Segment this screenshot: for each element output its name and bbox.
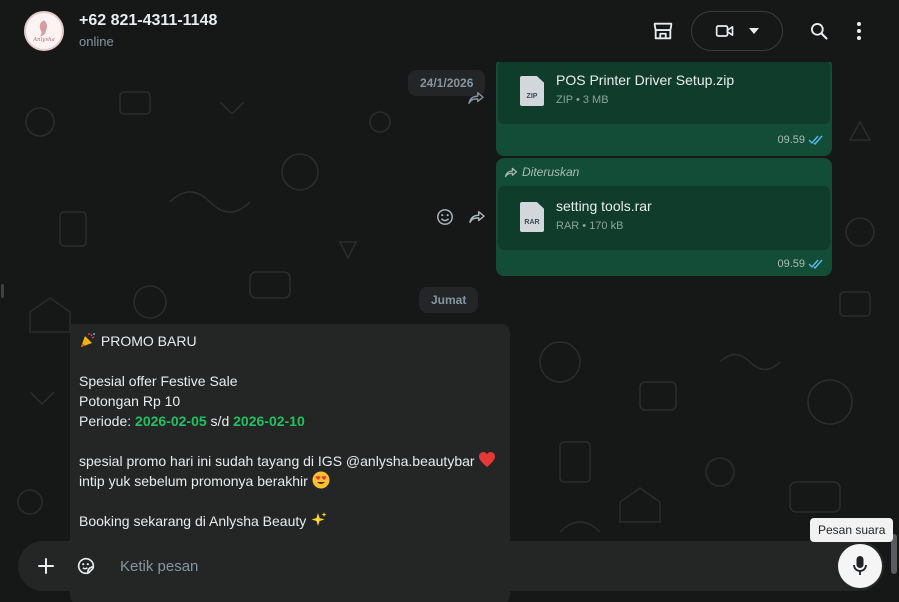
chat-header[interactable]: Anlysha +62 821-4311-1148 online bbox=[0, 0, 899, 62]
file-meta: RAR • 170 kB bbox=[556, 220, 624, 232]
svg-text:Anlysha: Anlysha bbox=[32, 37, 55, 43]
promo-period: Periode: 2026-02-05 s/d 2026-02-10 bbox=[79, 411, 501, 431]
forward-icon bbox=[469, 211, 485, 223]
menu-button[interactable] bbox=[839, 11, 879, 51]
promo-igs-text: spesial promo hari ini sudah tayang di I… bbox=[79, 453, 479, 469]
sticker-icon bbox=[77, 557, 95, 575]
catalog-store-button[interactable] bbox=[643, 11, 683, 51]
forwarded-icon bbox=[504, 167, 518, 177]
chevron-down-icon bbox=[749, 28, 759, 34]
red-heart-icon bbox=[479, 452, 496, 467]
document-icon: ZIP bbox=[520, 76, 544, 106]
tooltip-text: Pesan suara bbox=[818, 523, 886, 537]
promo-line-7: Booking sekarang di Anlysha Beauty bbox=[79, 511, 501, 531]
message-time: 09.59 bbox=[777, 134, 824, 146]
file-attachment-card[interactable]: RAR setting tools.rar RAR • 170 kB bbox=[498, 186, 830, 250]
react-emoji-button[interactable] bbox=[431, 203, 459, 231]
voice-message-button[interactable] bbox=[838, 544, 882, 588]
brand-logo-icon: Anlysha bbox=[27, 14, 61, 48]
promo-line-3: Potongan Rp 10 bbox=[79, 393, 181, 409]
video-call-button[interactable] bbox=[691, 11, 783, 51]
promo-title: PROMO BARU bbox=[100, 333, 197, 349]
contact-status: online bbox=[79, 33, 114, 49]
forward-button-1[interactable] bbox=[462, 84, 490, 112]
attach-button[interactable] bbox=[26, 546, 66, 586]
sticker-button[interactable] bbox=[66, 546, 106, 586]
period-start-date[interactable]: 2026-02-05 bbox=[135, 413, 207, 429]
microphone-icon bbox=[853, 556, 867, 575]
plus-icon bbox=[38, 558, 54, 574]
file-name: POS Printer Driver Setup.zip bbox=[556, 72, 735, 88]
promo-line-1: PROMO BARU bbox=[79, 331, 501, 351]
outgoing-message-file-2[interactable]: Diteruskan RAR setting tools.rar RAR • 1… bbox=[496, 158, 832, 276]
file-meta: ZIP • 3 MB bbox=[556, 94, 609, 106]
time-label: 09.59 bbox=[777, 134, 805, 146]
promo-line-2: Spesial offer Festive Sale bbox=[79, 373, 238, 389]
outgoing-message-file-1[interactable]: ZIP POS Printer Driver Setup.zip ZIP • 3… bbox=[496, 62, 832, 156]
promo-intip-text: intip yuk sebelum promonya berakhir bbox=[79, 473, 312, 489]
forwarded-label: Diteruskan bbox=[504, 165, 579, 179]
search-icon bbox=[811, 23, 828, 40]
message-composer[interactable] bbox=[18, 541, 884, 591]
message-list[interactable]: 24/1/2026 ZIP POS Printer Driver Setup.z… bbox=[0, 62, 899, 602]
contact-avatar[interactable]: Anlysha bbox=[24, 11, 64, 51]
party-popper-icon bbox=[81, 333, 95, 347]
file-attachment-card[interactable]: ZIP POS Printer Driver Setup.zip ZIP • 3… bbox=[498, 62, 830, 124]
message-time: 09.59 bbox=[777, 258, 824, 270]
period-mid: s/d bbox=[206, 413, 234, 429]
message-input[interactable] bbox=[106, 546, 884, 586]
forward-button-2[interactable] bbox=[463, 203, 491, 231]
time-label: 09.59 bbox=[777, 258, 805, 270]
search-button[interactable] bbox=[799, 11, 839, 51]
menu-icon bbox=[857, 22, 861, 40]
sparkles-icon bbox=[311, 512, 327, 526]
date-divider-jumat: Jumat bbox=[419, 287, 479, 313]
file-ext-label: RAR bbox=[524, 219, 540, 226]
double-check-icon bbox=[808, 135, 823, 145]
date-label: Jumat bbox=[431, 293, 467, 307]
promo-line-5: spesial promo hari ini sudah tayang di I… bbox=[79, 451, 501, 471]
voice-message-tooltip: Pesan suara bbox=[810, 518, 894, 542]
forward-icon bbox=[468, 92, 484, 104]
double-check-icon bbox=[808, 259, 823, 269]
period-end-date[interactable]: 2026-02-10 bbox=[233, 413, 305, 429]
store-icon bbox=[653, 22, 673, 40]
promo-booking-text: Booking sekarang di Anlysha Beauty bbox=[79, 513, 311, 529]
emoji-react-icon bbox=[437, 209, 453, 225]
file-ext-label: ZIP bbox=[526, 93, 538, 100]
contact-name[interactable]: +62 821-4311-1148 bbox=[79, 11, 217, 31]
promo-line-6: intip yuk sebelum promonya berakhir bbox=[79, 471, 501, 491]
video-call-icon bbox=[715, 25, 734, 37]
scroll-indicator-left bbox=[1, 284, 4, 298]
heart-eyes-emoji-icon bbox=[312, 471, 330, 489]
period-prefix: Periode: bbox=[79, 413, 136, 429]
document-icon: RAR bbox=[520, 202, 544, 232]
file-name: setting tools.rar bbox=[556, 198, 652, 214]
forwarded-text: Diteruskan bbox=[522, 165, 580, 179]
